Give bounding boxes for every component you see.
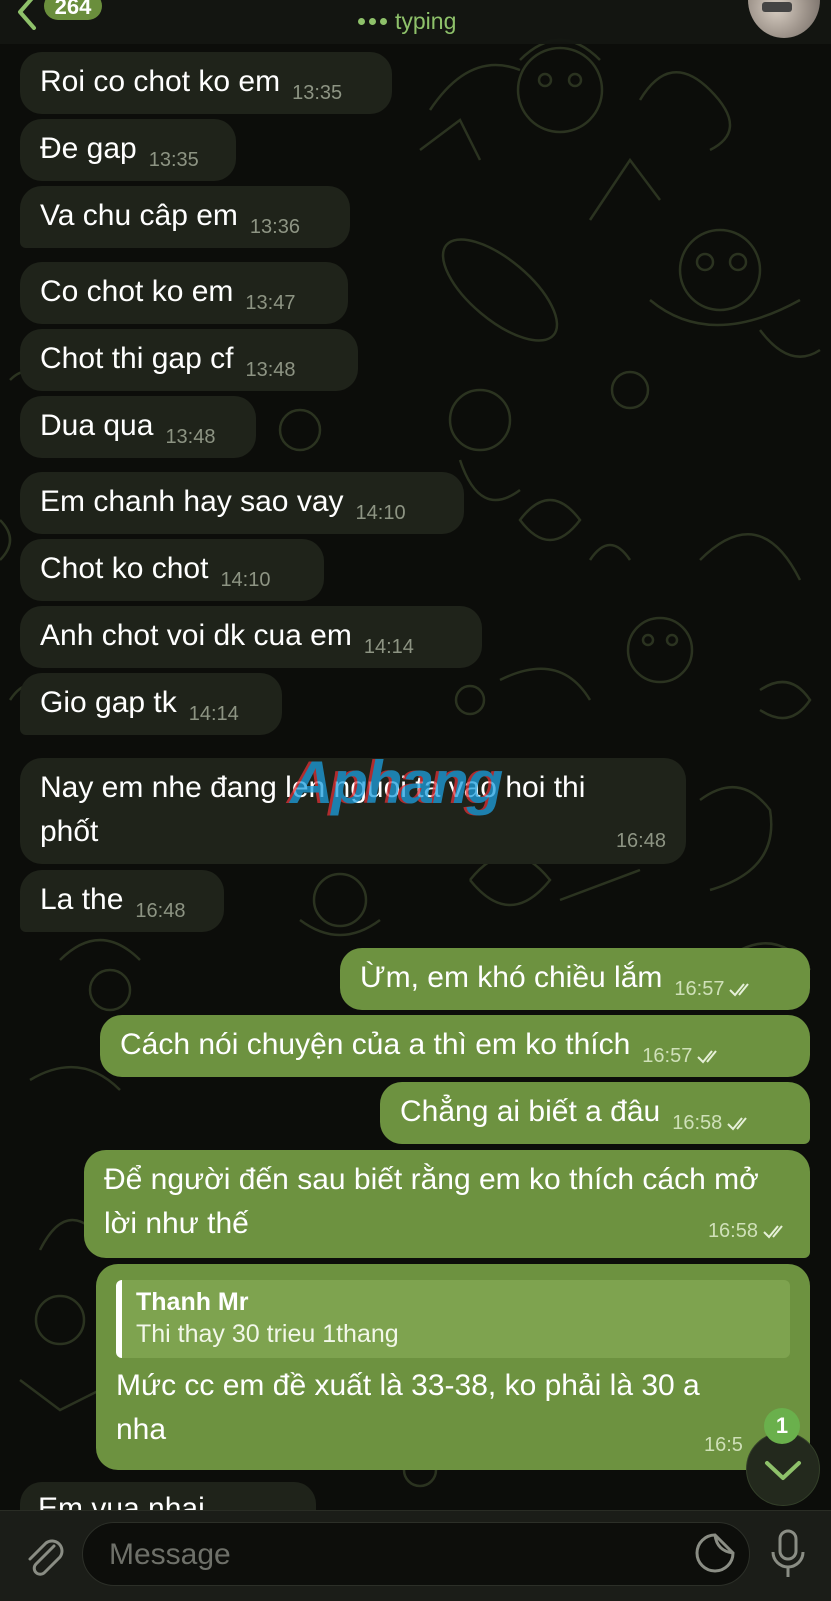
message-time: 16:58 bbox=[672, 1112, 723, 1134]
message-text: Đe gap bbox=[40, 132, 137, 165]
message-text: Em chanh hay sao vay bbox=[40, 485, 344, 518]
message-time: 16:48 bbox=[135, 900, 186, 922]
message-bubble-incoming[interactable]: Dua qua 13:48 bbox=[20, 396, 256, 458]
message-time: 14:10 bbox=[355, 502, 406, 524]
message-time: 13:48 bbox=[245, 359, 296, 381]
message-bubble-incoming[interactable]: Co chot ko em 13:47 bbox=[20, 262, 348, 324]
message-text: Để người đến sau biết rằng em ko thích c… bbox=[104, 1163, 759, 1240]
message-text: Roi co chot ko em bbox=[40, 65, 281, 98]
message-time: 16:58 bbox=[707, 1220, 758, 1242]
message-time: 14:10 bbox=[220, 569, 271, 591]
reply-sender-name: Thanh Mr bbox=[136, 1288, 249, 1316]
reply-quote[interactable]: Thanh Mr Thi thay 30 trieu 1thang bbox=[116, 1280, 790, 1358]
read-checkmarks-icon bbox=[727, 1117, 748, 1131]
read-checkmarks-icon bbox=[697, 1050, 718, 1064]
message-bubble-outgoing-reply[interactable]: Thanh Mr Thi thay 30 trieu 1thang Mức cc… bbox=[96, 1264, 810, 1470]
message-text: Cách nói chuyện của a thì em ko thích bbox=[120, 1028, 631, 1061]
microphone-icon[interactable] bbox=[768, 1528, 808, 1580]
message-input[interactable] bbox=[107, 1533, 671, 1577]
message-text: Gio gap tk bbox=[40, 686, 177, 719]
chat-header: 264 typing bbox=[0, 0, 831, 44]
message-time: 16:57 bbox=[642, 1045, 693, 1067]
message-bubble-outgoing[interactable]: Ừm, em khó chiều lắm 16:57 bbox=[340, 948, 810, 1010]
message-input-field[interactable] bbox=[82, 1522, 750, 1586]
message-time: 16:48 bbox=[615, 830, 666, 852]
message-text: Mức cc em đề xuất là 33-38, ko phải là 3… bbox=[116, 1369, 700, 1446]
paperclip-icon[interactable] bbox=[20, 1532, 68, 1580]
unread-count-badge[interactable]: 264 bbox=[44, 0, 102, 20]
sticker-icon[interactable] bbox=[694, 1532, 736, 1574]
message-bubble-incoming[interactable]: Em chanh hay sao vay 14:10 bbox=[20, 472, 464, 534]
message-bubble-incoming[interactable]: Gio gap tk 14:14 bbox=[20, 673, 282, 735]
read-checkmarks-icon bbox=[763, 1225, 783, 1239]
message-text: Chẳng ai biết a đâu bbox=[400, 1095, 661, 1128]
message-time: 13:35 bbox=[148, 149, 199, 171]
message-bubble-incoming[interactable]: Chot thi gap cf 13:48 bbox=[20, 329, 358, 391]
back-chevron-icon[interactable] bbox=[14, 0, 40, 30]
message-time: 13:35 bbox=[292, 82, 343, 104]
message-bubble-incoming[interactable]: Chot ko chot 14:10 bbox=[20, 539, 324, 601]
message-text: Anh chot voi dk cua em bbox=[40, 619, 352, 652]
message-text: Co chot ko em bbox=[40, 275, 234, 308]
message-bubble-incoming[interactable]: Đe gap 13:35 bbox=[20, 119, 236, 181]
message-bubble-outgoing[interactable]: Để người đến sau biết rằng em ko thích c… bbox=[84, 1150, 810, 1258]
message-text: Chot ko chot bbox=[40, 552, 209, 585]
message-text: Va chu câp em bbox=[40, 199, 238, 232]
message-bubble-incoming[interactable]: Roi co chot ko em 13:35 bbox=[20, 52, 392, 114]
read-checkmarks-icon bbox=[729, 983, 750, 997]
message-time: 13:48 bbox=[165, 426, 216, 448]
message-time: 13:47 bbox=[245, 292, 296, 314]
typing-indicator: typing bbox=[358, 4, 456, 38]
message-text: Ừm, em khó chiều lắm bbox=[360, 961, 663, 994]
message-time: 16:5 bbox=[704, 1434, 743, 1456]
new-messages-badge: 1 bbox=[764, 1408, 800, 1444]
message-bubble-outgoing[interactable]: Cách nói chuyện của a thì em ko thích 16:… bbox=[100, 1015, 810, 1077]
typing-status: typing bbox=[395, 7, 457, 34]
message-bubble-incoming[interactable]: La the 16:48 bbox=[20, 870, 224, 932]
message-time: 14:14 bbox=[188, 703, 239, 725]
message-bubble-incoming[interactable]: Va chu câp em 13:36 bbox=[20, 186, 350, 248]
message-text: Dua qua bbox=[40, 409, 154, 442]
contact-avatar[interactable] bbox=[748, 0, 820, 38]
message-text: La the bbox=[40, 883, 124, 916]
reply-quoted-text: Thi thay 30 trieu 1thang bbox=[136, 1320, 399, 1348]
message-bubble-outgoing[interactable]: Chẳng ai biết a đâu 16:58 bbox=[380, 1082, 810, 1144]
message-time: 16:57 bbox=[674, 978, 725, 1000]
message-bubble-incoming[interactable]: Anh chot voi dk cua em 14:14 bbox=[20, 606, 482, 668]
message-time: 14:14 bbox=[363, 636, 414, 658]
message-text: Chot thi gap cf bbox=[40, 342, 234, 375]
watermark-logo: Aphang bbox=[290, 749, 503, 816]
message-time: 13:36 bbox=[249, 216, 300, 238]
typing-dots-icon bbox=[358, 17, 387, 25]
